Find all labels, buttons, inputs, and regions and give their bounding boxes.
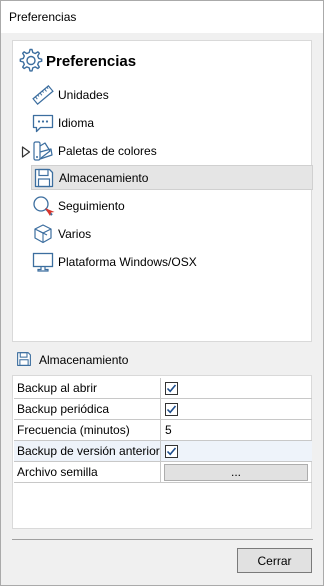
magnifier-icon	[31, 194, 55, 218]
checkmark-icon	[166, 404, 177, 413]
expand-arrow-icon[interactable]	[21, 146, 31, 158]
property-row: Backup al abrir	[14, 378, 312, 399]
title-bar: Preferencias	[1, 1, 323, 33]
tree-item-label: Seguimiento	[58, 198, 125, 213]
property-value	[161, 378, 312, 399]
preferences-window: Preferencias Preferencias Unidades Idiom…	[0, 0, 324, 586]
tree-root-label: Preferencias	[46, 52, 137, 70]
tree-item-label: Almacenamiento	[59, 170, 149, 185]
tree-item-unidades[interactable]: Unidades	[31, 82, 313, 107]
tree-item-idioma[interactable]: Idioma	[31, 110, 313, 135]
tree-item-label: Varios	[58, 226, 92, 241]
close-button[interactable]: Cerrar	[237, 548, 312, 573]
window-title: Preferencias	[9, 10, 77, 24]
tree-item-paletas[interactable]: Paletas de colores	[31, 138, 313, 163]
property-name: Backup periódica	[14, 399, 161, 420]
tree-item-varios[interactable]: Varios	[31, 221, 313, 246]
backup-version-anterior-checkbox[interactable]	[165, 444, 178, 458]
property-row: Backup periódica	[14, 399, 312, 420]
speech-bubble-icon	[31, 111, 55, 135]
tree-item-almacenamiento[interactable]: Almacenamiento	[31, 165, 313, 190]
section-header: Almacenamiento	[15, 350, 128, 370]
property-value: ...	[161, 462, 312, 483]
tree-item-label: Unidades	[58, 87, 109, 102]
tree-item-seguimiento[interactable]: Seguimiento	[31, 193, 313, 218]
tree-item-label: Plataforma Windows/OSX	[58, 254, 197, 269]
property-name: Archivo semilla	[14, 462, 161, 483]
color-palette-icon	[31, 139, 55, 163]
checkmark-icon	[166, 383, 177, 392]
property-grid: Backup al abrir Backup periódica Frecuen…	[12, 375, 312, 529]
property-row: Backup de versión anterior	[14, 441, 312, 462]
property-name: Backup de versión anterior	[14, 441, 161, 462]
ruler-icon	[31, 83, 55, 107]
checkmark-icon	[166, 446, 177, 455]
boxes-icon	[31, 222, 55, 246]
divider	[12, 539, 313, 540]
tree-root[interactable]: Preferencias	[16, 46, 136, 76]
tree-item-plataforma[interactable]: Plataforma Windows/OSX	[31, 249, 313, 274]
property-row: Archivo semilla ...	[14, 462, 312, 483]
archivo-semilla-browse-button[interactable]: ...	[164, 463, 308, 481]
frecuencia-input[interactable]: 5	[161, 420, 312, 441]
tree-item-label: Idioma	[58, 115, 95, 130]
property-name: Backup al abrir	[14, 378, 161, 399]
backup-al-abrir-checkbox[interactable]	[165, 381, 178, 395]
floppy-disk-icon	[32, 166, 56, 190]
section-title: Almacenamiento	[39, 353, 129, 367]
property-name: Frecuencia (minutos)	[14, 420, 161, 441]
gear-icon	[16, 46, 44, 77]
property-value	[161, 399, 312, 420]
property-value	[161, 441, 312, 462]
backup-periodica-checkbox[interactable]	[165, 402, 178, 416]
tree-item-label: Paletas de colores	[58, 143, 157, 158]
floppy-disk-icon	[15, 350, 33, 371]
property-row: Frecuencia (minutos) 5	[14, 420, 312, 441]
preferences-tree: Preferencias Unidades Idioma Paletas de …	[12, 40, 313, 342]
monitor-icon	[31, 250, 55, 274]
